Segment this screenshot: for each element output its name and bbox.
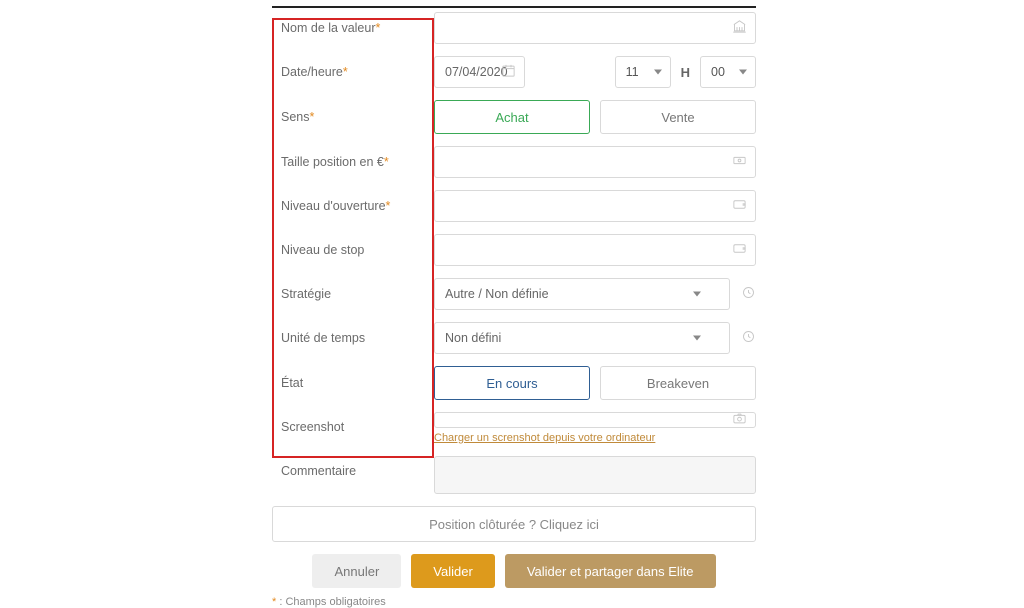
required-marker: * [386, 199, 391, 213]
label-comment: Commentaire [272, 456, 434, 479]
screenshot-upload-link[interactable]: Charger un screnshot depuis votre ordina… [434, 432, 756, 444]
footnote-sep: : [276, 596, 285, 608]
label-text: Niveau d'ouverture [281, 199, 386, 213]
strategy-select[interactable]: Autre / Non définie [434, 278, 730, 310]
label-text: Sens [281, 110, 310, 124]
label-open-level: Niveau d'ouverture* [272, 199, 434, 214]
timeframe-value: Non défini [445, 331, 501, 345]
cancel-button[interactable]: Annuler [312, 554, 401, 588]
label-stop-level: Niveau de stop [272, 243, 434, 258]
label-screenshot: Screenshot [272, 412, 434, 435]
label-text: Screenshot [281, 420, 344, 434]
minute-value: 00 [711, 65, 725, 79]
label-text: Date/heure [281, 65, 343, 79]
row-datetime: Date/heure* 07/04/2020 11 H 00 [272, 56, 756, 88]
label-value-name: Nom de la valeur* [272, 21, 434, 36]
label-text: Stratégie [281, 287, 331, 301]
label-direction: Sens* [272, 110, 434, 125]
date-value: 07/04/2020 [445, 65, 508, 79]
strategy-value: Autre / Non définie [445, 287, 549, 301]
direction-buy-button[interactable]: Achat [434, 100, 590, 134]
date-input[interactable]: 07/04/2020 [434, 56, 525, 88]
caret-down-icon [654, 70, 662, 75]
form-container: Nom de la valeur* Date/heure* 07/04/2020 [272, 12, 756, 576]
caret-down-icon [739, 70, 747, 75]
hour-select[interactable]: 11 [615, 56, 671, 88]
label-text: Nom de la valeur [281, 21, 376, 35]
label-timeframe: Unité de temps [272, 331, 434, 346]
row-comment: Commentaire [272, 456, 756, 494]
minute-select[interactable]: 00 [700, 56, 756, 88]
sell-label: Vente [661, 110, 694, 125]
value-name-input[interactable] [434, 12, 756, 44]
clock-icon [740, 285, 756, 304]
hour-value: 11 [626, 65, 639, 79]
screenshot-input[interactable] [434, 412, 756, 428]
buy-label: Achat [495, 110, 528, 125]
label-state: État [272, 376, 434, 391]
required-footnote: * : Champs obligatoires [272, 596, 756, 608]
label-position-size: Taille position en €* [272, 155, 434, 170]
caret-down-icon [693, 336, 701, 341]
closed-bar-text: Position clôturée ? Cliquez ici [429, 517, 599, 532]
stop-level-input[interactable] [434, 234, 756, 266]
open-level-input[interactable] [434, 190, 756, 222]
clock-icon [740, 329, 756, 348]
timeframe-select[interactable]: Non défini [434, 322, 730, 354]
row-screenshot: Screenshot Charger un screnshot depuis v… [272, 412, 756, 444]
row-timeframe: Unité de temps Non défini [272, 322, 756, 354]
label-text: Unité de temps [281, 331, 365, 345]
row-position-size: Taille position en €* [272, 146, 756, 178]
actions-row: Annuler Valider Valider et partager dans… [272, 554, 756, 588]
caret-down-icon [693, 292, 701, 297]
row-stop-level: Niveau de stop [272, 234, 756, 266]
label-strategy: Stratégie [272, 287, 434, 302]
validate-button[interactable]: Valider [411, 554, 495, 588]
required-marker: * [310, 110, 315, 124]
state-ongoing-button[interactable]: En cours [434, 366, 590, 400]
row-value-name: Nom de la valeur* [272, 12, 756, 44]
hour-minute-separator: H [681, 65, 690, 80]
state-breakeven-button[interactable]: Breakeven [600, 366, 756, 400]
validate-elite-label: Valider et partager dans Elite [527, 564, 694, 579]
position-closed-bar[interactable]: Position clôturée ? Cliquez ici [272, 506, 756, 542]
label-text: Taille position en € [281, 155, 384, 169]
required-marker: * [376, 21, 381, 35]
ongoing-label: En cours [486, 376, 537, 391]
label-text: Commentaire [281, 464, 356, 478]
position-size-input[interactable] [434, 146, 756, 178]
comment-textarea[interactable] [434, 456, 756, 494]
validate-label: Valider [433, 564, 473, 579]
breakeven-label: Breakeven [647, 376, 709, 391]
row-strategy: Stratégie Autre / Non définie [272, 278, 756, 310]
label-text: Niveau de stop [281, 243, 364, 257]
label-datetime: Date/heure* [272, 65, 434, 80]
direction-sell-button[interactable]: Vente [600, 100, 756, 134]
footnote-text: Champs obligatoires [285, 596, 385, 608]
cancel-label: Annuler [334, 564, 379, 579]
row-direction: Sens* Achat Vente [272, 100, 756, 134]
row-open-level: Niveau d'ouverture* [272, 190, 756, 222]
validate-elite-button[interactable]: Valider et partager dans Elite [505, 554, 716, 588]
row-state: État En cours Breakeven [272, 366, 756, 400]
label-text: État [281, 376, 303, 390]
required-marker: * [343, 65, 348, 79]
required-marker: * [384, 155, 389, 169]
top-divider [272, 6, 756, 8]
